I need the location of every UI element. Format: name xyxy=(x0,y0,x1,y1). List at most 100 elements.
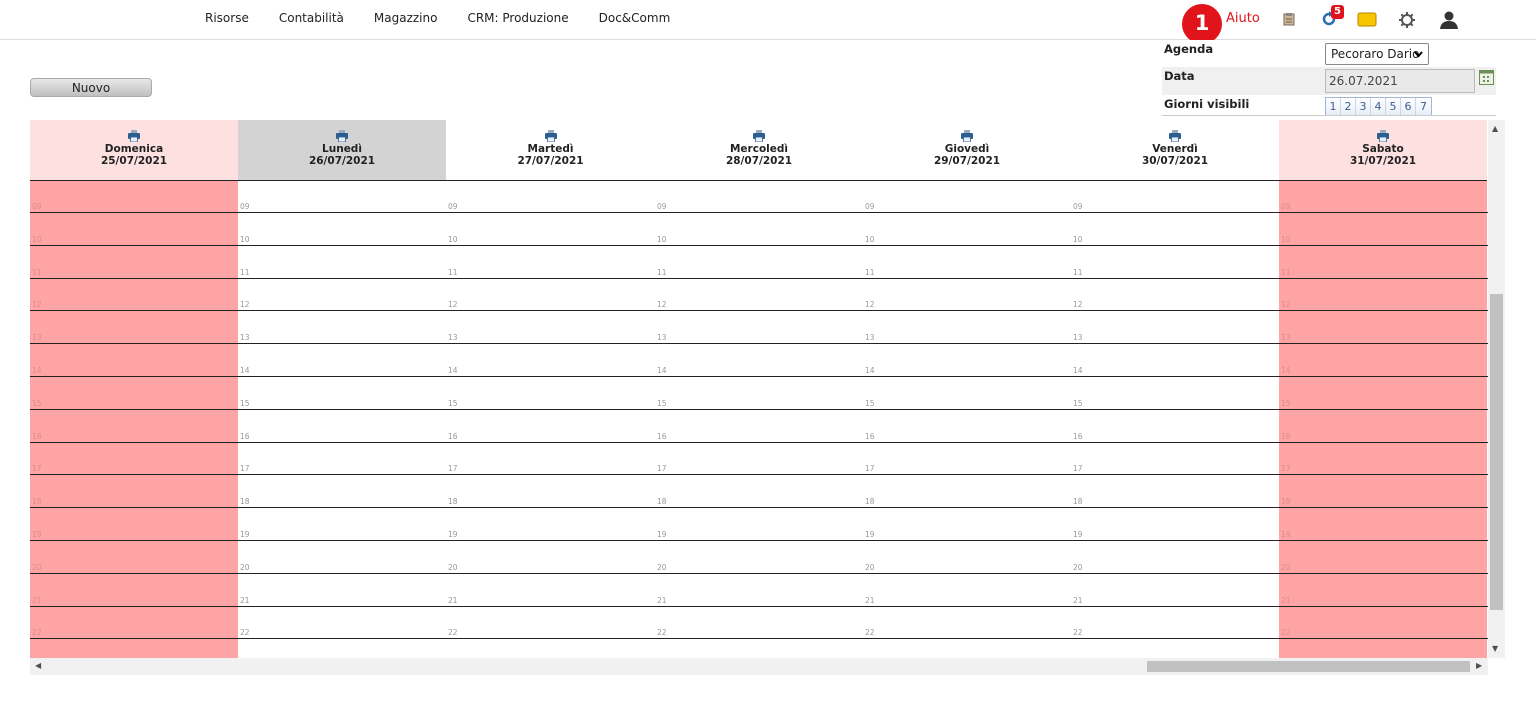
hour-label: 17 xyxy=(657,464,667,474)
hour-label: 14 xyxy=(1073,366,1083,375)
horizontal-scroll-thumb[interactable] xyxy=(1147,661,1470,672)
day-column[interactable] xyxy=(863,181,1071,658)
hour-label: 18 xyxy=(448,497,458,507)
hour-label: 21 xyxy=(32,595,42,605)
hour-gridline xyxy=(30,310,1488,311)
hour-label: 13 xyxy=(1281,333,1291,343)
print-icon[interactable] xyxy=(544,130,557,142)
hour-label: 14 xyxy=(1281,366,1291,375)
hour-label: 19 xyxy=(32,530,42,539)
user-profile-icon[interactable] xyxy=(1439,11,1459,29)
vertical-scrollbar[interactable]: ▲ ▼ xyxy=(1488,120,1505,658)
hour-label: 17 xyxy=(240,464,250,474)
visible-days-option[interactable]: 3 xyxy=(1356,98,1371,115)
visible-days-option[interactable]: 5 xyxy=(1386,98,1401,115)
visible-days-selector: 1 2 3 4 5 6 7 xyxy=(1325,97,1432,116)
scroll-up-arrow-icon[interactable]: ▲ xyxy=(1492,124,1498,133)
date-input[interactable]: 26.07.2021 xyxy=(1325,69,1475,93)
menu-item-risorse[interactable]: Risorse xyxy=(205,11,249,25)
scroll-down-arrow-icon[interactable]: ▼ xyxy=(1492,644,1498,653)
day-header[interactable]: Venerdì 30/07/2021 xyxy=(1071,120,1279,181)
hour-label: 09 xyxy=(865,202,875,211)
hour-label: 16 xyxy=(657,431,667,441)
hour-label: 20 xyxy=(240,562,250,572)
visible-days-option[interactable]: 1 xyxy=(1326,98,1341,115)
calendar-picker-icon[interactable] xyxy=(1479,70,1494,85)
day-date: 31/07/2021 xyxy=(1349,155,1417,167)
day-column[interactable] xyxy=(1279,181,1487,658)
hour-label: 14 xyxy=(240,366,250,375)
hour-label: 20 xyxy=(448,562,458,572)
visible-days-label: Giorni visibili xyxy=(1164,97,1250,111)
hour-label: 18 xyxy=(1073,497,1083,507)
visible-days-option[interactable]: 4 xyxy=(1371,98,1386,115)
menu-item-contabilita[interactable]: Contabilità xyxy=(279,11,344,25)
day-date: 29/07/2021 xyxy=(933,155,1001,167)
panel-divider xyxy=(1162,115,1496,116)
hour-label: 09 xyxy=(657,202,667,211)
callout-number-badge: 1 xyxy=(1182,4,1222,44)
clipboard-icon[interactable] xyxy=(1283,12,1295,26)
date-label: Data xyxy=(1164,69,1195,83)
print-icon[interactable] xyxy=(961,130,973,142)
agenda-filter-panel: Agenda Pecoraro Dario Data 26.07.2021 Gi… xyxy=(1162,40,1496,116)
visible-days-option[interactable]: 6 xyxy=(1401,98,1416,115)
hour-gridline xyxy=(30,212,1488,213)
day-column[interactable] xyxy=(655,181,863,658)
hour-label: 21 xyxy=(1281,595,1291,605)
visible-days-option[interactable]: 2 xyxy=(1341,98,1356,115)
week-calendar-grid: Domenica 25/07/2021 09 10 11 12 13 14 15 16 17 18 19… xyxy=(30,120,1488,658)
print-icon[interactable] xyxy=(1377,130,1389,142)
agenda-select[interactable]: Pecoraro Dario xyxy=(1325,43,1429,65)
hour-label: 16 xyxy=(1281,431,1291,441)
menu-item-crm-produzione[interactable]: CRM: Produzione xyxy=(467,11,568,25)
hour-label: 16 xyxy=(240,431,250,441)
agenda-selected-value: Pecoraro Dario xyxy=(1331,47,1420,61)
scroll-right-arrow-icon[interactable]: ▶ xyxy=(1476,661,1482,670)
hour-label: 12 xyxy=(657,300,667,310)
hour-label: 10 xyxy=(657,234,667,244)
hour-label: 19 xyxy=(865,530,875,539)
hour-label: 16 xyxy=(1073,431,1083,441)
hour-label: 13 xyxy=(1073,333,1083,343)
hour-label: 22 xyxy=(448,628,458,638)
hour-label: 12 xyxy=(865,300,875,310)
day-header[interactable]: Mercoledì 28/07/2021 xyxy=(655,120,863,181)
day-header[interactable]: Giovedì 29/07/2021 xyxy=(863,120,1071,181)
menu-item-magazzino[interactable]: Magazzino xyxy=(374,11,438,25)
day-column[interactable] xyxy=(1071,181,1279,658)
new-appointment-button[interactable]: Nuovo xyxy=(30,78,152,97)
scroll-left-arrow-icon[interactable]: ◀ xyxy=(35,661,41,670)
day-header[interactable]: Lunedì 26/07/2021 xyxy=(238,120,446,181)
day-header[interactable]: Sabato 31/07/2021 xyxy=(1279,120,1487,181)
print-icon[interactable] xyxy=(753,130,765,142)
hour-label: 09 xyxy=(448,202,458,211)
visible-days-option[interactable]: 7 xyxy=(1416,98,1431,115)
vertical-scroll-thumb[interactable] xyxy=(1490,294,1503,610)
hour-label: 14 xyxy=(865,366,875,375)
day-column[interactable] xyxy=(446,181,655,658)
hour-label: 11 xyxy=(1281,267,1291,277)
print-icon[interactable] xyxy=(1169,130,1181,142)
message-icon[interactable] xyxy=(1357,12,1377,27)
hour-label: 15 xyxy=(448,398,458,408)
day-column[interactable] xyxy=(30,181,238,658)
horizontal-scrollbar[interactable]: ◀ ▶ xyxy=(30,658,1488,675)
hour-label: 15 xyxy=(240,398,250,408)
hour-label: 10 xyxy=(448,234,458,244)
hour-gridline xyxy=(30,507,1488,508)
settings-gear-icon[interactable] xyxy=(1398,11,1416,29)
hour-label: 14 xyxy=(657,366,667,375)
hour-label: 13 xyxy=(865,333,875,343)
hour-label: 13 xyxy=(240,333,250,343)
day-header[interactable]: Martedì 27/07/2021 xyxy=(446,120,655,181)
help-link[interactable]: Aiuto xyxy=(1226,11,1260,26)
day-column[interactable] xyxy=(238,181,446,658)
hour-label: 17 xyxy=(32,464,42,474)
day-name: Giovedì xyxy=(944,143,990,155)
day-date: 27/07/2021 xyxy=(517,155,584,167)
print-icon[interactable] xyxy=(128,130,140,142)
print-icon[interactable] xyxy=(336,130,348,142)
menu-item-doc-comm[interactable]: Doc&Comm xyxy=(599,11,671,25)
day-header[interactable]: Domenica 25/07/2021 xyxy=(30,120,238,181)
